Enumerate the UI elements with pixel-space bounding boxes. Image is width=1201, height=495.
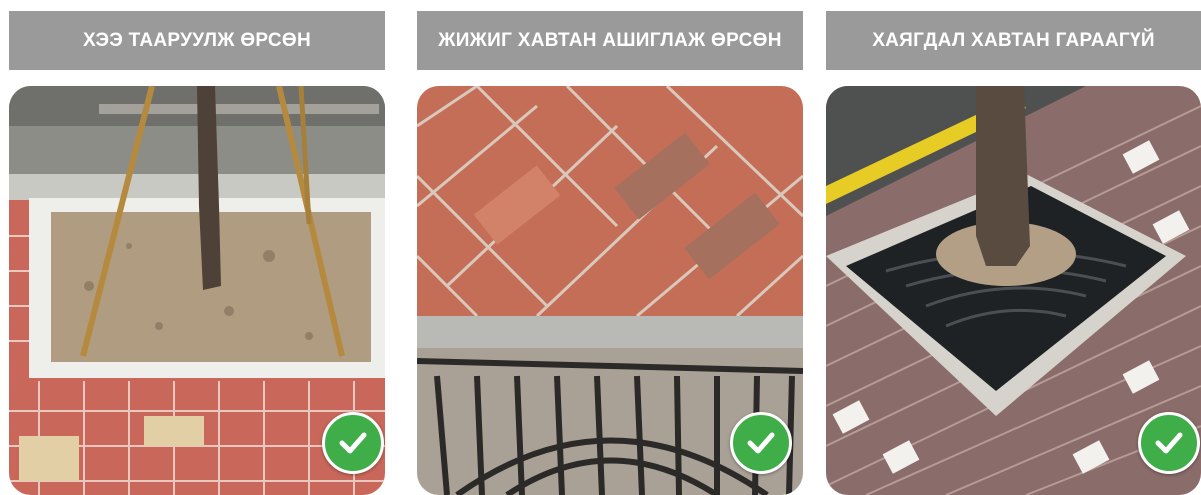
check-icon <box>1138 412 1200 474</box>
check-icon <box>730 412 792 474</box>
panel-title: ХЭЭ ТААРУУЛЖ ӨРСӨН <box>9 11 385 70</box>
panel-small-pavers: ЖИЖИГ ХАВТАН АШИГЛАЖ ӨРСӨН <box>417 0 803 495</box>
panel-tree-pit-border: ХЭЭ ТААРУУЛЖ ӨРСӨН <box>9 0 385 495</box>
panel-no-waste-pavers: ХАЯГДАЛ ХАВТАН ГАРААГҮЙ <box>826 0 1201 495</box>
panel-title: ХАЯГДАЛ ХАВТАН ГАРААГҮЙ <box>826 11 1201 70</box>
panel-title: ЖИЖИГ ХАВТАН АШИГЛАЖ ӨРСӨН <box>417 11 803 70</box>
check-icon <box>322 412 384 474</box>
